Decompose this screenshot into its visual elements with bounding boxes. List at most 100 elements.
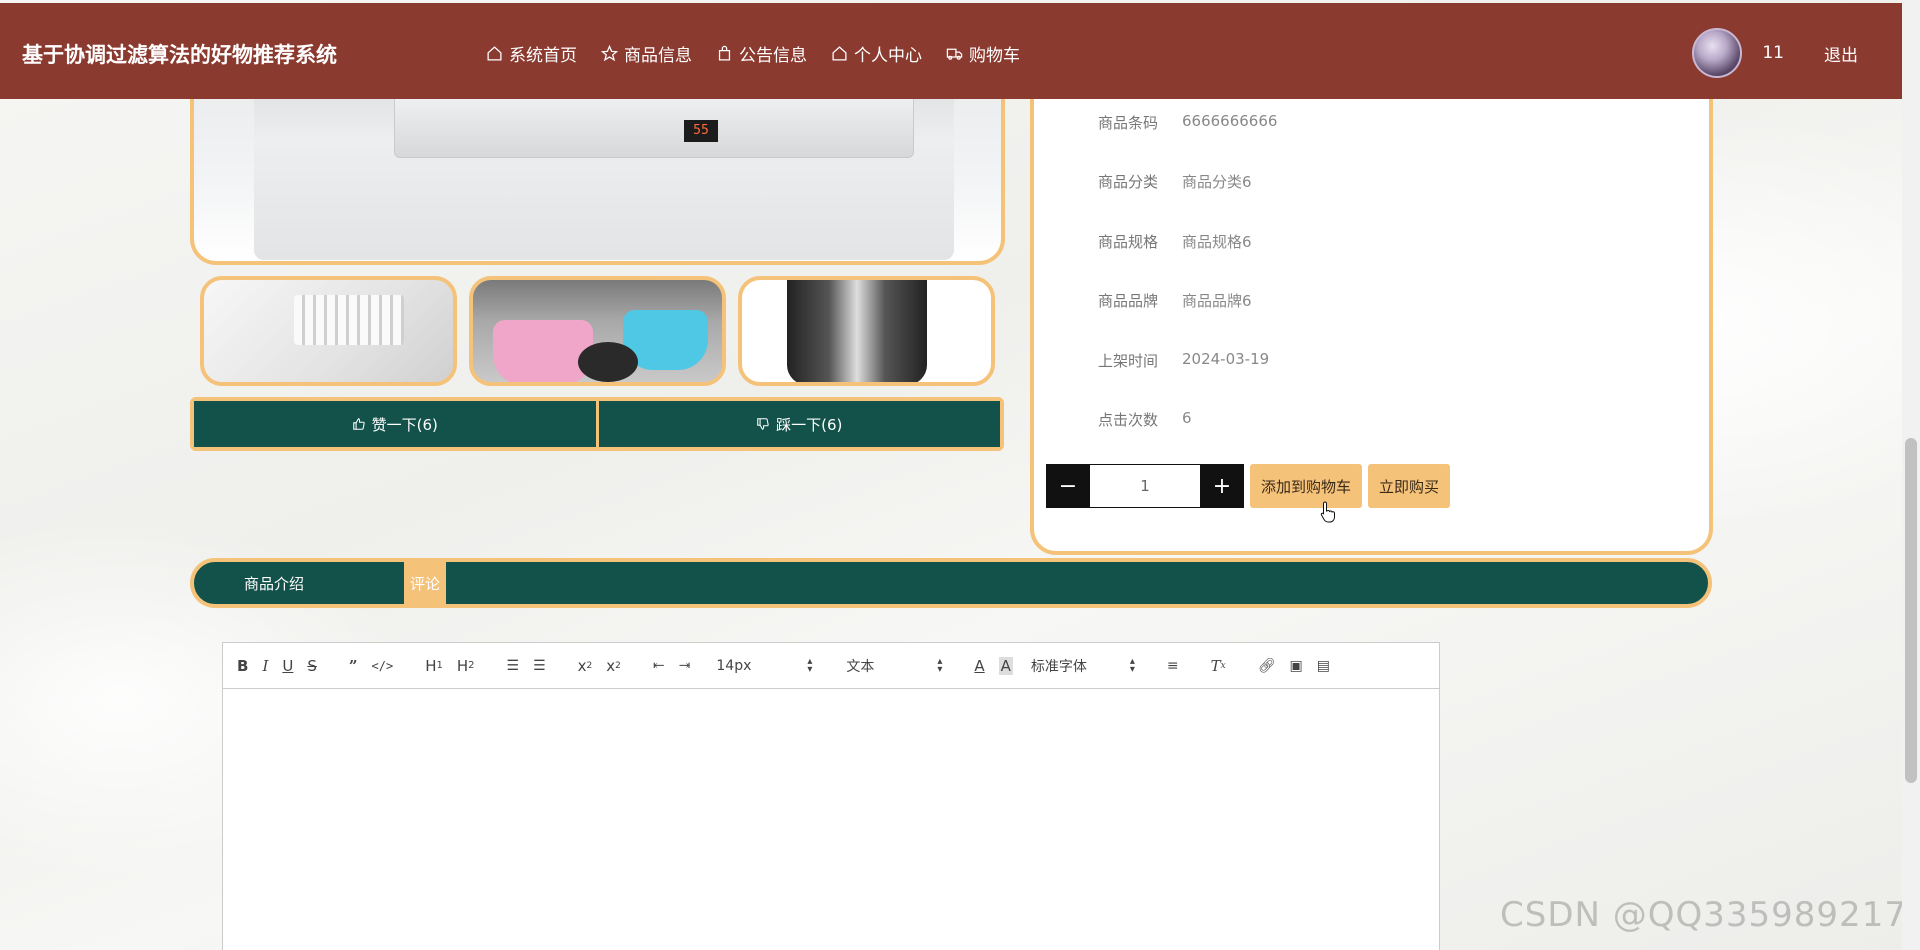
dislike-label: 踩一下(6) [776,415,843,434]
info-row-barcode: 商品条码 6666666666 [1098,112,1277,133]
avatar[interactable] [1692,28,1743,78]
site-title: 基于协调过滤算法的好物推荐系统 [22,43,337,67]
ordered-list-icon[interactable]: ☰ [507,658,520,674]
heading2-icon[interactable]: H2 [457,657,475,675]
quantity-input[interactable] [1090,464,1200,508]
info-value: 商品分类6 [1182,173,1252,191]
text-type-value: 文本 [846,658,875,675]
superscript-icon[interactable]: x2 [606,657,621,675]
bullet-list-icon[interactable]: ☰ [533,658,546,674]
image-icon[interactable]: ▣ [1290,658,1303,674]
like-label: 赞一下(6) [371,415,438,434]
dishwasher-display: 55 [684,120,718,142]
like-button[interactable]: 赞一下(6) [194,401,596,447]
info-row-spec: 商品规格 商品规格6 [1098,231,1252,252]
tab-product-intro[interactable]: 商品介绍 [194,562,404,604]
dislike-button[interactable]: 踩一下(6) [598,401,1000,447]
pink-pot-illustration [493,320,593,382]
thumbnail-3[interactable] [738,276,995,386]
font-family-value: 标准字体 [1030,658,1087,675]
page-scrollbar[interactable] [1902,0,1920,950]
top-navbar: 基于协调过滤算法的好物推荐系统 系统首页 商品信息 公告信息 个人中心 购物车 … [0,3,1902,99]
nav-notices[interactable]: 公告信息 [716,41,807,66]
truck-icon [946,48,963,60]
thumbs-down-icon [757,418,769,430]
nav-notices-label: 公告信息 [739,46,807,66]
nav-cart-label: 购物车 [969,46,1020,66]
product-info-panel: 商品条码 6666666666 商品分类 商品分类6 商品规格 商品规格6 商品… [1030,60,1713,555]
thumbnail-1[interactable] [200,276,457,386]
blender-illustration [787,280,927,382]
italic-icon[interactable]: I [262,657,268,675]
clear-format-icon[interactable]: Tx [1211,657,1226,675]
nav-cart[interactable]: 购物车 [946,41,1020,66]
home-icon [487,46,502,61]
buy-now-button[interactable]: 立即购买 [1368,464,1451,508]
quantity-stepper: − + 添加到购物车 立即购买 [1046,464,1451,508]
home-icon [832,46,847,61]
info-label: 点击次数 [1098,411,1159,429]
user-area: 11 退出 [1692,28,1858,78]
info-row-category: 商品分类 商品分类6 [1098,171,1252,192]
indent-icon[interactable]: ⇥ [679,658,691,674]
decrease-button[interactable]: − [1046,464,1090,508]
font-color-icon[interactable]: A [974,657,984,675]
dark-pot-illustration [578,342,638,382]
align-icon[interactable]: ≡ [1167,658,1179,674]
link-icon[interactable]: 🔗︎ [1258,658,1276,674]
font-family-select[interactable]: 标准字体 ▴ ▾ [1031,656,1135,676]
font-size-select[interactable]: 14px ▴ ▾ [716,655,813,675]
bag-icon [718,45,731,61]
main-nav: 系统首页 商品信息 公告信息 个人中心 购物车 [486,41,1044,66]
info-value: 6666666666 [1182,112,1278,130]
background-color-icon[interactable]: A [998,656,1013,675]
nav-profile[interactable]: 个人中心 [831,41,922,66]
nav-products[interactable]: 商品信息 [601,41,692,66]
nav-home-label: 系统首页 [509,46,577,66]
text-type-select[interactable]: 文本 ▴ ▾ [846,656,942,676]
dish-rack-illustration [294,295,404,345]
info-value: 商品品牌6 [1182,292,1252,310]
comment-editor: B I U S ” </> H1 H2 ☰ ☰ x2 x2 ⇤ ⇥ 14px ▴… [222,642,1440,950]
font-size-value: 14px [716,657,752,674]
thumbnail-2[interactable] [469,276,726,386]
info-label: 上架时间 [1098,352,1159,370]
increase-button[interactable]: + [1200,464,1244,508]
info-row-listed-date: 上架时间 2024-03-19 [1098,350,1269,371]
info-row-brand: 商品品牌 商品品牌6 [1098,290,1252,311]
info-row-clicks: 点击次数 6 [1098,409,1192,430]
info-label: 商品品牌 [1098,292,1159,310]
hand-cursor-icon [1320,501,1335,523]
star-icon [601,45,618,62]
add-to-cart-button[interactable]: 添加到购物车 [1250,464,1363,508]
bold-icon[interactable]: B [237,657,248,675]
tab-comments[interactable]: 评论 [404,562,447,604]
thumbnail-list [200,276,995,386]
subscript-icon[interactable]: x2 [578,657,593,675]
blockquote-icon[interactable]: ” [349,657,358,675]
product-tabs: 商品介绍 评论 [190,558,1712,608]
editor-content-area[interactable] [223,689,1439,950]
heading1-icon[interactable]: H1 [425,657,443,675]
info-value: 2024-03-19 [1182,350,1270,368]
nav-profile-label: 个人中心 [854,46,922,66]
select-arrows-icon: ▴ ▾ [807,655,813,675]
nav-products-label: 商品信息 [624,46,692,66]
underline-icon[interactable]: U [282,657,293,675]
video-icon[interactable]: ▤ [1317,658,1330,674]
scrollbar-thumb[interactable] [1905,438,1917,783]
info-value: 商品规格6 [1182,233,1252,251]
info-label: 商品条码 [1098,114,1159,132]
thumbs-up-icon [352,418,365,430]
strikethrough-icon[interactable]: S [307,657,317,675]
vote-bar: 赞一下(6) 踩一下(6) [190,397,1004,451]
nav-home[interactable]: 系统首页 [486,41,577,66]
code-icon[interactable]: </> [372,659,394,673]
info-label: 商品规格 [1098,233,1159,251]
outdent-icon[interactable]: ⇤ [653,658,665,674]
username: 11 [1762,43,1784,63]
logout-link[interactable]: 退出 [1824,41,1858,66]
select-arrows-icon: ▴ ▾ [937,655,943,675]
select-arrows-icon: ▴ ▾ [1129,655,1135,675]
info-label: 商品分类 [1098,173,1159,191]
